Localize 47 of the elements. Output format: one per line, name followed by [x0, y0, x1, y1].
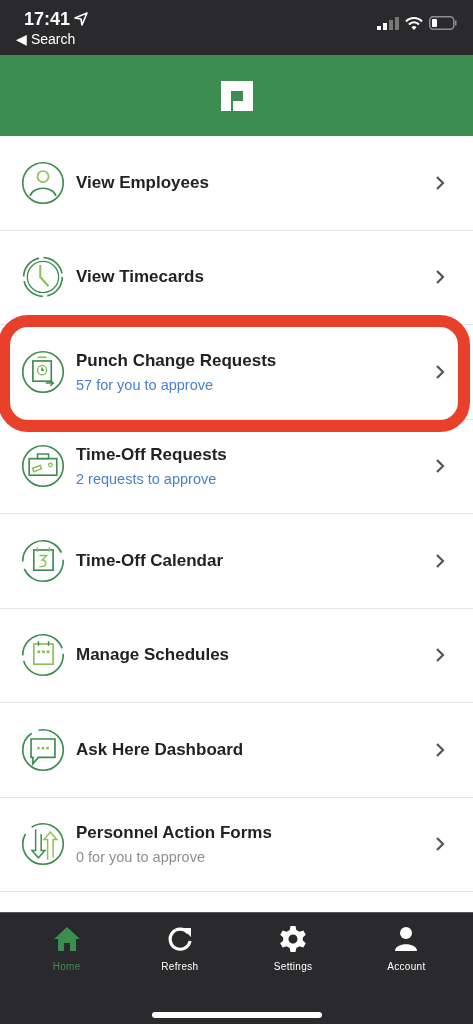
- item-title: Ask Here Dashboard: [76, 738, 245, 761]
- battery-icon: [429, 16, 457, 30]
- signal-icon: [377, 16, 399, 30]
- item-subtitle: 57 for you to approve: [76, 375, 215, 395]
- chevron-right-icon: [435, 552, 445, 569]
- up-down-arrows-icon: [20, 821, 66, 868]
- tab-button[interactable]: Account: [361, 925, 452, 974]
- chevron-right-icon: [435, 174, 445, 191]
- item-title: Manage Schedules: [76, 644, 231, 667]
- item-subtitle: 2 requests to approve: [76, 470, 218, 490]
- wifi-icon: [405, 16, 423, 30]
- menu-item[interactable]: Personnel Action Forms 0 for you to approve: [0, 797, 473, 892]
- briefcase-icon: [20, 443, 66, 490]
- item-title: View Employees: [76, 171, 210, 194]
- settings-icon: [279, 925, 308, 953]
- calendar-icon: [20, 537, 66, 584]
- tab-button[interactable]: Settings: [248, 925, 339, 974]
- tab-button[interactable]: Home: [21, 925, 112, 974]
- tab-button[interactable]: Refresh: [134, 925, 225, 974]
- chevron-right-icon: [435, 269, 445, 286]
- chevron-right-icon: [435, 836, 445, 853]
- back-link[interactable]: ◀ Search: [16, 30, 89, 48]
- home-icon: [52, 925, 81, 953]
- menu-item[interactable]: Time-Off Calendar: [0, 514, 473, 609]
- menu-item[interactable]: View Timecards: [0, 230, 473, 325]
- location-arrow-icon: [74, 12, 89, 26]
- clock-time: 17:41: [24, 8, 71, 30]
- timecard-clock-icon: [20, 348, 66, 395]
- chevron-right-icon: [435, 647, 445, 664]
- person-icon: [20, 159, 66, 206]
- menu-item[interactable]: Ask Here Dashboard: [0, 703, 473, 798]
- item-title: Time-Off Requests: [76, 444, 228, 467]
- item-title: Time-Off Calendar: [76, 549, 225, 572]
- item-title: Personnel Action Forms: [76, 822, 273, 845]
- app-logo: [220, 80, 253, 111]
- chevron-right-icon: [435, 741, 445, 758]
- menu-item[interactable]: Time-Off Requests 2 requests to approve: [0, 419, 473, 514]
- chevron-right-icon: [435, 458, 445, 475]
- chevron-right-icon: [435, 363, 445, 380]
- item-title: View Timecards: [76, 266, 205, 289]
- menu-item[interactable]: Punch Change Requests 57 for you to approve: [0, 325, 473, 420]
- menu-item[interactable]: View Employees: [0, 136, 473, 231]
- item-title: Punch Change Requests: [76, 349, 278, 372]
- menu-item[interactable]: Manage Schedules: [0, 608, 473, 703]
- chat-bubble-icon: [20, 726, 66, 773]
- calendar-icon: [20, 632, 66, 679]
- item-subtitle: 0 for you to approve: [76, 848, 206, 868]
